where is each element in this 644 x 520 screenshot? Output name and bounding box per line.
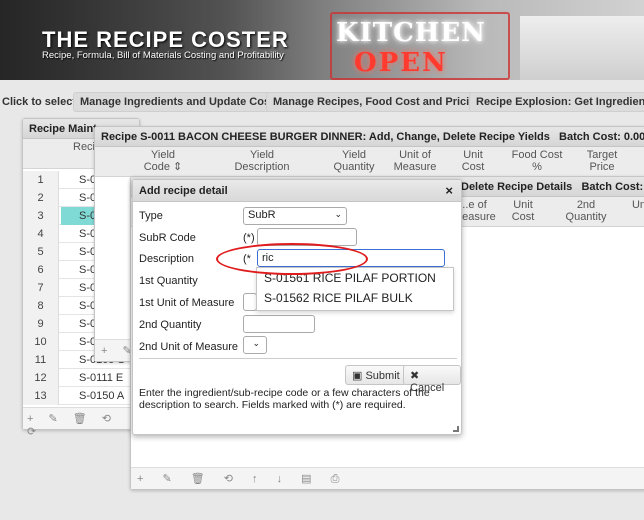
uom1-label: 1st Unit of Measure [139,297,235,309]
col-unit-cost[interactable]: Unit Cost [503,199,543,223]
nav-manage-ingredients-button[interactable]: Manage Ingredients and Update Costs [73,92,287,112]
col-2nd-quantity[interactable]: 2nd Quantity [563,199,609,223]
maintenance-toolbar[interactable]: + ✎ 🗑 ⟲ ⟳ [23,407,139,438]
uom2-label: 2nd Unit of Measure [139,341,239,353]
resize-handle-icon[interactable] [453,426,459,432]
type-select[interactable]: SubR ⌄ [243,207,347,225]
col-yield-code[interactable]: Yield Code ⇕ [143,149,183,173]
neon-sign-kitchen: KITCHEN [336,18,486,48]
dialog-divider [139,358,457,359]
row-number: 2 [23,189,59,207]
table-row[interactable]: 12 S-0111 E [23,369,141,387]
yields-batch-cost: Batch Cost: 0.000 [559,131,644,143]
subr-code-label: SubR Code [139,232,196,244]
col-target-price[interactable]: Target Price [577,149,627,173]
row-number: 8 [23,297,59,315]
details-batch-cost: Batch Cost: 0.0 [581,181,644,193]
uom1-select[interactable] [243,293,257,311]
qty1-label: 1st Quantity [139,275,198,287]
nav-manage-recipes-button[interactable]: Manage Recipes, Food Cost and Pricing [266,92,490,112]
recipe-yields-title: Recipe S-0011 BACON CHEESE BURGER DINNER… [95,127,644,147]
close-icon: ✖ [410,370,420,382]
row-code: S-0150 A [79,390,125,402]
required-marker: (* [243,253,251,265]
description-label: Description [139,253,195,265]
row-code: S-0111 E [79,372,124,384]
col-unit-cost[interactable]: Unit Cost [451,149,495,173]
dialog-hint-text: Enter the ingredient/sub-recipe code or … [139,387,430,411]
row-number: 12 [23,369,59,387]
nav-recipe-explosion-button[interactable]: Recipe Explosion: Get Ingredients R [469,92,644,112]
description-input-value: ric [262,252,274,264]
required-marker: (*) [243,232,255,244]
subr-code-input[interactable] [257,228,357,246]
uom2-select[interactable]: ⌄ [243,336,267,354]
row-number: 3 [23,207,59,225]
col-unit[interactable]: Un [627,199,644,211]
row-number: 6 [23,261,59,279]
save-icon: ▣ [352,370,366,382]
row-number: 5 [23,243,59,261]
row-number: 4 [23,225,59,243]
submit-button[interactable]: ▣ Submit [345,365,407,385]
col-yield-quantity[interactable]: Yield Quantity [329,149,379,173]
autocomplete-option[interactable]: S-01562 RICE PILAF BULK [257,288,453,308]
autocomplete-option[interactable]: S-01561 RICE PILAF PORTION [257,268,453,288]
col-yield-description[interactable]: Yield Description [227,149,297,173]
row-number: 10 [23,333,59,351]
cancel-button[interactable]: ✖ Cancel [403,365,461,394]
dialog-header: Add recipe detail × [133,180,461,202]
row-number: 1 [23,171,59,189]
col-unit-of-measure[interactable]: Unit of Measure [391,149,439,173]
row-number: 7 [23,279,59,297]
table-row[interactable]: 13 S-0150 A [23,387,141,405]
col-food-cost[interactable]: Food Cost % [509,149,565,173]
type-label: Type [139,210,163,222]
recipe-yields-title-text: Recipe S-0011 BACON CHEESE BURGER DINNER… [101,131,550,143]
neon-sign-open: OPEN [354,48,448,78]
nav-label: Click to select: [2,96,80,108]
app-banner: THE RECIPE COSTER Recipe, Formula, Bill … [0,0,644,80]
yields-column-headers: Yield Code ⇕ Yield Description Yield Qua… [95,147,644,177]
dialog-title: Add recipe detail [139,185,228,197]
app-subtitle: Recipe, Formula, Bill of Materials Costi… [42,50,284,61]
chevron-down-icon: ⌄ [252,338,260,348]
qty2-input[interactable] [243,315,315,333]
details-toolbar[interactable]: + ✎ 🗑 ⟲ ↑ ↓ ▤ ⎙ [131,467,644,489]
row-number: 13 [23,387,59,405]
close-icon[interactable]: × [445,183,453,198]
description-autocomplete: S-01561 RICE PILAF PORTION S-01562 RICE … [256,267,454,311]
row-number: 9 [23,315,59,333]
type-select-value: SubR [248,209,276,221]
chevron-down-icon: ⌄ [334,209,342,219]
recipe-details-title-text: Delete Recipe Details [461,181,573,193]
nav-bar: Click to select: Manage Ingredients and … [0,92,644,112]
description-input[interactable]: ric [257,249,445,267]
submit-button-label: Submit [365,370,400,382]
qty2-label: 2nd Quantity [139,319,202,331]
banner-photo-sign [520,16,644,80]
row-number: 11 [23,351,59,369]
